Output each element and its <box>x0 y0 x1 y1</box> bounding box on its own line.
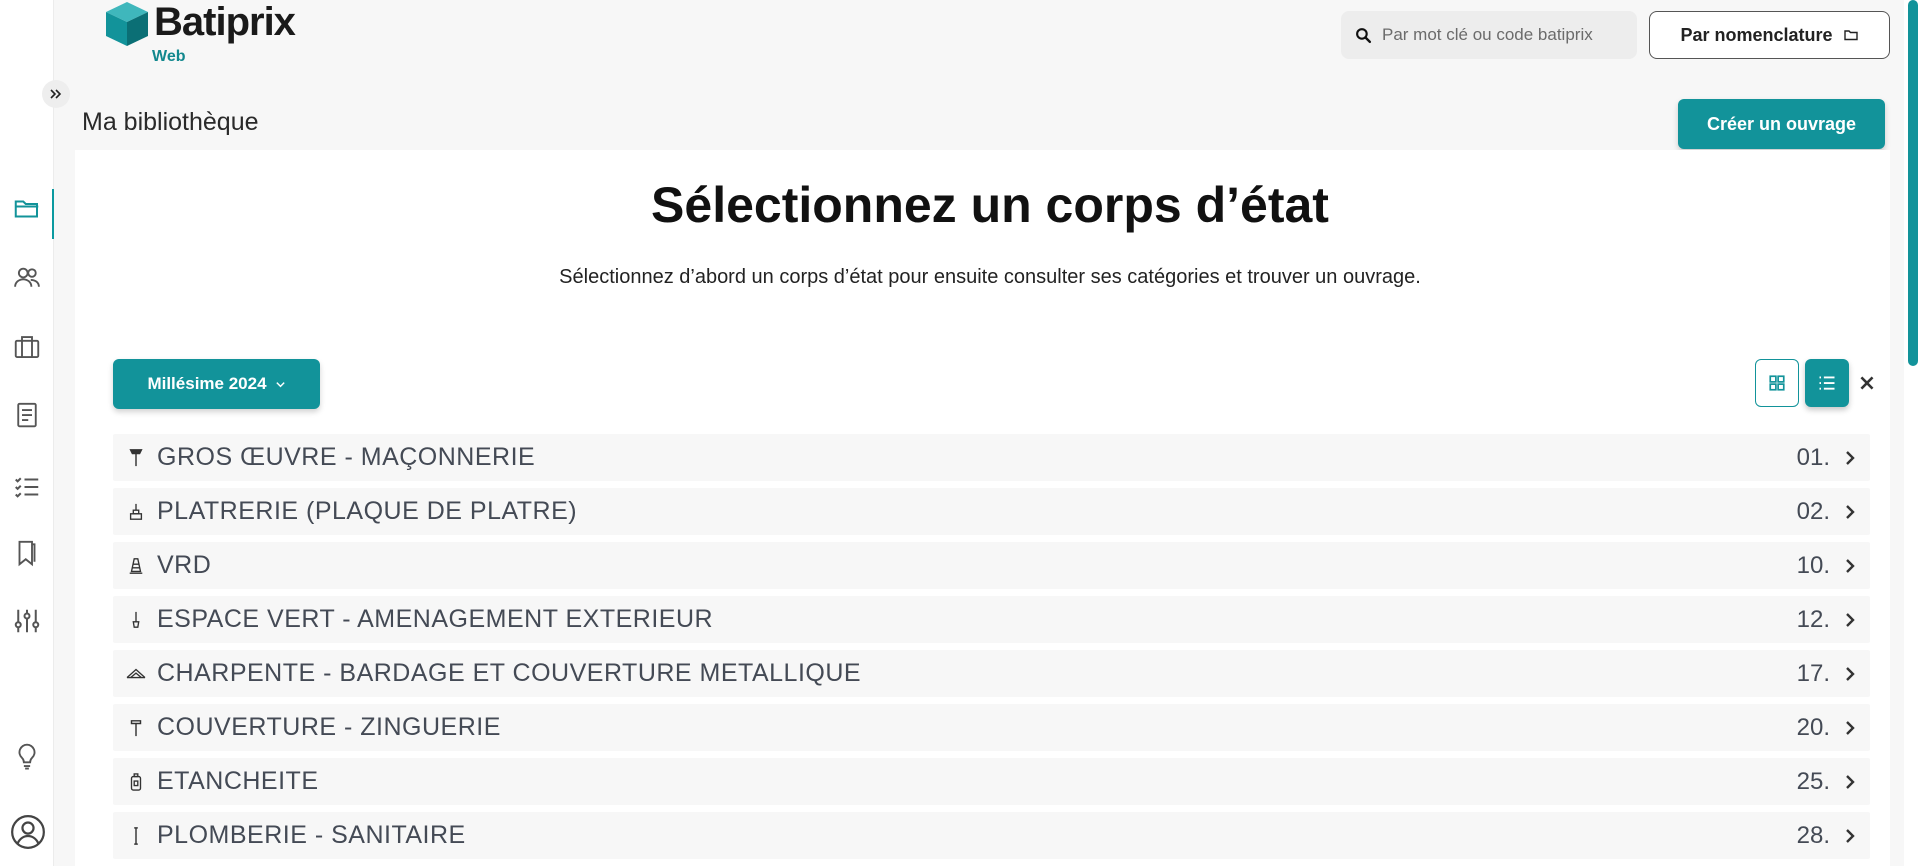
section-heading: Sélectionnez un corps d’état <box>651 177 1329 233</box>
trade-code: 10. <box>1796 551 1830 579</box>
list-icon <box>1819 376 1835 390</box>
nomenclature-label: Par nomenclature <box>1680 24 1833 45</box>
list-item[interactable]: GROS ŒUVRE - MAÇONNERIE 01. <box>113 434 1870 481</box>
trade-code: 01. <box>1796 443 1830 471</box>
trade-label: CHARPENTE - BARDAGE ET COUVERTURE METALL… <box>157 659 862 687</box>
sliders-icon[interactable] <box>11 605 43 637</box>
list-item[interactable]: VRD 10. <box>113 542 1870 589</box>
trade-label: GROS ŒUVRE - MAÇONNERIE <box>157 443 536 471</box>
trade-code: 17. <box>1796 659 1830 687</box>
logo-text: Batiprix <box>154 0 296 44</box>
grid-view-button[interactable] <box>1755 359 1799 407</box>
hammer-icon <box>115 704 157 751</box>
bookmarks-icon[interactable] <box>11 537 43 569</box>
trade-label: PLOMBERIE - SANITAIRE <box>157 821 466 849</box>
trade-label: COUVERTURE - ZINGUERIE <box>157 713 501 741</box>
list-view-button[interactable] <box>1805 359 1849 407</box>
list-item[interactable]: ETANCHEITE 25. <box>113 758 1870 805</box>
double-chevron-right-icon <box>50 89 62 99</box>
trowel-icon <box>115 434 157 481</box>
chevron-right-icon <box>1836 558 1864 574</box>
list-item[interactable]: CHARPENTE - BARDAGE ET COUVERTURE METALL… <box>113 650 1870 697</box>
trade-code: 02. <box>1796 497 1830 525</box>
millesime-dropdown[interactable]: Millésime 2024 <box>113 359 320 409</box>
sidebar-expand-toggle[interactable] <box>42 80 70 108</box>
bottle-icon <box>115 758 157 805</box>
users-icon[interactable] <box>11 262 43 294</box>
list-item[interactable]: COUVERTURE - ZINGUERIE 20. <box>113 704 1870 751</box>
create-ouvrage-button[interactable]: Créer un ouvrage <box>1678 99 1885 149</box>
pipe-icon <box>115 812 157 859</box>
search-box[interactable] <box>1341 11 1637 59</box>
main-panel: Sélectionnez un corps d’état Sélectionne… <box>75 150 1890 866</box>
shovel-icon <box>115 596 157 643</box>
list-item[interactable]: PLOMBERIE - SANITAIRE 28. <box>113 812 1870 859</box>
trade-code: 12. <box>1796 605 1830 633</box>
folder-icon[interactable] <box>11 193 43 225</box>
chevron-right-icon <box>1836 504 1864 520</box>
trade-label: ETANCHEITE <box>157 767 319 795</box>
cone-icon <box>115 542 157 589</box>
chevron-right-icon <box>1836 612 1864 628</box>
search-input[interactable] <box>1382 25 1622 45</box>
folder-icon <box>1843 30 1858 41</box>
list-item[interactable]: ESPACE VERT - AMENAGEMENT EXTERIEUR 12. <box>113 596 1870 643</box>
account-icon[interactable] <box>8 812 48 852</box>
sidebar <box>0 0 54 866</box>
nomenclature-button[interactable]: Par nomenclature <box>1649 11 1890 59</box>
chevron-right-icon <box>1836 720 1864 736</box>
grid-icon <box>1769 375 1785 391</box>
roof-icon <box>115 650 157 697</box>
plaster-icon <box>115 488 157 535</box>
chevron-right-icon <box>1836 828 1864 844</box>
sidebar-active-indicator <box>52 189 54 239</box>
trade-label: ESPACE VERT - AMENAGEMENT EXTERIEUR <box>157 605 714 633</box>
briefcase-icon[interactable] <box>11 331 43 363</box>
section-subtext: Sélectionnez d’abord un corps d’état pou… <box>559 266 1421 288</box>
trade-code: 28. <box>1796 821 1830 849</box>
trade-label: PLATRERIE (PLAQUE DE PLATRE) <box>157 497 578 525</box>
trade-code: 20. <box>1796 713 1830 741</box>
page-title: Ma bibliothèque <box>82 108 259 136</box>
list-item[interactable]: PLATRERIE (PLAQUE DE PLATRE) 02. <box>113 488 1870 535</box>
chevron-down-icon <box>275 381 285 387</box>
lightbulb-icon[interactable] <box>11 740 43 772</box>
trades-list: GROS ŒUVRE - MAÇONNERIE 01. PLATRERIE (P… <box>113 434 1870 866</box>
document-icon[interactable] <box>11 399 43 431</box>
logo-subtext: Web <box>152 48 186 65</box>
scrollbar-thumb[interactable] <box>1908 0 1918 366</box>
trade-code: 25. <box>1796 767 1830 795</box>
search-icon <box>1356 27 1372 43</box>
close-icon[interactable]: × <box>1855 368 1879 398</box>
chevron-right-icon <box>1836 450 1864 466</box>
chevron-right-icon <box>1836 774 1864 790</box>
batiprix-logo[interactable]: Batiprix Web <box>104 0 304 68</box>
millesime-label: Millésime 2024 <box>147 374 267 393</box>
trade-label: VRD <box>157 551 212 579</box>
chevron-right-icon <box>1836 666 1864 682</box>
checklist-icon[interactable] <box>11 471 43 503</box>
cube-logo-icon <box>106 2 148 46</box>
